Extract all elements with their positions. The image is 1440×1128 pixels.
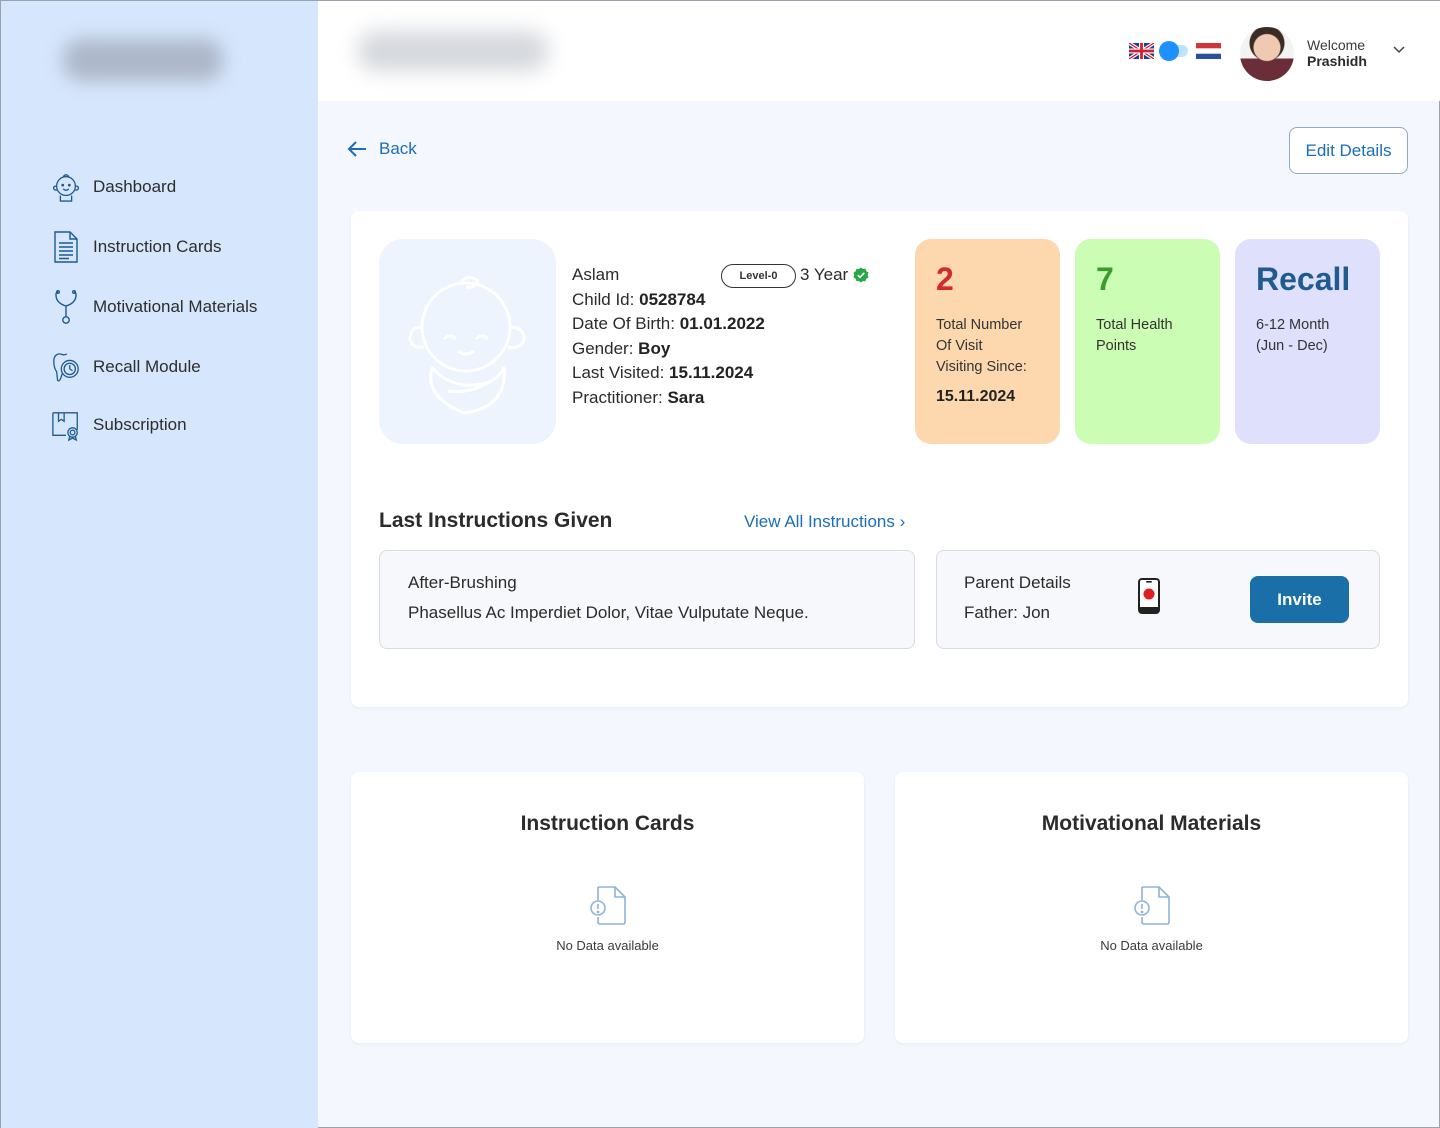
age-row: 3 Year bbox=[800, 265, 869, 285]
instruction-cards-panel: Instruction Cards No Data available bbox=[351, 772, 864, 1043]
invite-button[interactable]: Invite bbox=[1250, 576, 1349, 623]
health-label-line2: Points bbox=[1096, 338, 1137, 354]
uk-flag-icon[interactable] bbox=[1129, 43, 1154, 59]
parent-details-card: Parent Details Father: Jon Invite bbox=[936, 550, 1380, 649]
welcome-text: Welcome bbox=[1307, 37, 1366, 53]
visits-label-line2: Of Visit bbox=[936, 338, 983, 354]
language-toggle[interactable] bbox=[1159, 41, 1188, 61]
sidebar-item-motivational-materials[interactable]: Motivational Materials bbox=[51, 289, 257, 325]
edit-details-button[interactable]: Edit Details bbox=[1289, 127, 1408, 174]
child-avatar bbox=[379, 239, 556, 444]
practitioner-label: Practitioner: bbox=[572, 387, 663, 407]
view-all-label: View All Instructions bbox=[744, 512, 895, 531]
sidebar-item-recall-module[interactable]: Recall Module bbox=[51, 349, 201, 385]
phone-notification-icon bbox=[1138, 578, 1160, 614]
child-id-label: Child Id: bbox=[572, 289, 635, 309]
recall-label-line2: (Jun - Dec) bbox=[1256, 338, 1328, 354]
sidebar-item-dashboard[interactable]: Dashboard bbox=[51, 169, 176, 205]
practitioner-row: Practitioner: Sara bbox=[572, 386, 765, 411]
chevron-down-icon[interactable] bbox=[1393, 45, 1405, 55]
gender-label: Gender: bbox=[572, 338, 634, 358]
sidebar-item-subscription[interactable]: Subscription bbox=[51, 407, 187, 443]
instruction-item[interactable]: After-Brushing Phasellus Ac Imperdiet Do… bbox=[379, 550, 915, 649]
netherlands-flag-icon[interactable] bbox=[1196, 43, 1221, 59]
health-points-count: 7 bbox=[1096, 261, 1114, 297]
sidebar-item-label: Dashboard bbox=[93, 177, 177, 196]
chevron-right-icon: › bbox=[899, 512, 906, 531]
document-icon bbox=[51, 229, 81, 265]
baby-face-icon bbox=[51, 169, 81, 205]
last-visited-label: Last Visited: bbox=[572, 363, 665, 382]
no-data-file-icon bbox=[589, 886, 626, 925]
visits-label-line3: Visiting Since: bbox=[936, 359, 1027, 375]
visit-count: 2 bbox=[936, 261, 954, 297]
last-visited-value: 15.11.2024 bbox=[669, 363, 754, 382]
user-name: Prashidh bbox=[1307, 53, 1367, 69]
motivational-materials-title: Motivational Materials bbox=[1041, 812, 1262, 835]
baby-illustration-icon bbox=[407, 275, 526, 415]
visits-stat-card: 2 Total Number Of Visit Visiting Since: … bbox=[915, 239, 1060, 444]
back-link[interactable]: Back bbox=[347, 139, 417, 159]
tooth-clock-icon bbox=[51, 349, 81, 385]
verified-badge-icon bbox=[853, 267, 869, 283]
age-value: 3 Year bbox=[800, 265, 849, 284]
sidebar-item-label: Subscription bbox=[93, 415, 187, 434]
last-instructions-title: Last Instructions Given bbox=[379, 509, 613, 532]
sidebar: Dashboard Instruction Cards Motivational… bbox=[1, 1, 318, 1128]
sidebar-item-label: Instruction Cards bbox=[93, 237, 222, 256]
back-label: Back bbox=[379, 139, 417, 158]
brand-name bbox=[358, 31, 548, 71]
recall-label-line1: 6-12 Month bbox=[1256, 317, 1330, 333]
visiting-since-date: 15.11.2024 bbox=[936, 388, 1016, 405]
view-all-instructions-link[interactable]: View All Instructions › bbox=[744, 512, 905, 532]
no-data-file-icon bbox=[1133, 886, 1170, 925]
no-data-message: No Data available bbox=[556, 938, 659, 953]
level-badge: Level-0 bbox=[721, 264, 796, 288]
visits-label-line1: Total Number bbox=[936, 317, 1023, 333]
sidebar-item-label: Motivational Materials bbox=[93, 297, 258, 316]
recall-title: Recall bbox=[1256, 261, 1351, 297]
health-points-stat-card: 7 Total Health Points bbox=[1075, 239, 1220, 444]
dob-value: 01.01.2022 bbox=[679, 314, 765, 333]
instruction-title: After-Brushing bbox=[408, 573, 517, 592]
motivational-materials-panel: Motivational Materials No Data available bbox=[895, 772, 1408, 1043]
gender-row: Gender: Boy bbox=[572, 337, 765, 362]
arrow-left-icon bbox=[347, 141, 366, 157]
sidebar-item-label: Recall Module bbox=[93, 357, 201, 376]
recall-stat-card: Recall 6-12 Month (Jun - Dec) bbox=[1235, 239, 1380, 444]
health-label-line1: Total Health bbox=[1096, 317, 1173, 333]
instruction-description: Phasellus Ac Imperdiet Dolor, Vitae Vulp… bbox=[408, 603, 809, 622]
top-bar: Welcome Prashidh bbox=[318, 1, 1440, 101]
gender-value: Boy bbox=[638, 338, 671, 358]
sidebar-item-instruction-cards[interactable]: Instruction Cards bbox=[51, 229, 222, 265]
no-data-message: No Data available bbox=[1100, 938, 1203, 953]
dob-label: Date Of Birth: bbox=[572, 314, 675, 333]
instruction-cards-title: Instruction Cards bbox=[520, 812, 695, 835]
practitioner-value: Sara bbox=[667, 387, 705, 407]
last-visited-row: Last Visited: 15.11.2024 bbox=[572, 361, 765, 386]
avatar[interactable] bbox=[1240, 27, 1294, 81]
child-id-value: 0528784 bbox=[639, 289, 706, 309]
child-id-row: Child Id: 0528784 bbox=[572, 288, 765, 313]
stethoscope-icon bbox=[51, 289, 81, 325]
dob-row: Date Of Birth: 01.01.2022 bbox=[572, 312, 765, 337]
app-logo[interactable] bbox=[63, 39, 223, 81]
user-greeting[interactable]: Welcome Prashidh bbox=[1307, 37, 1367, 69]
certificate-icon bbox=[51, 407, 81, 443]
language-switcher[interactable] bbox=[1129, 41, 1221, 61]
